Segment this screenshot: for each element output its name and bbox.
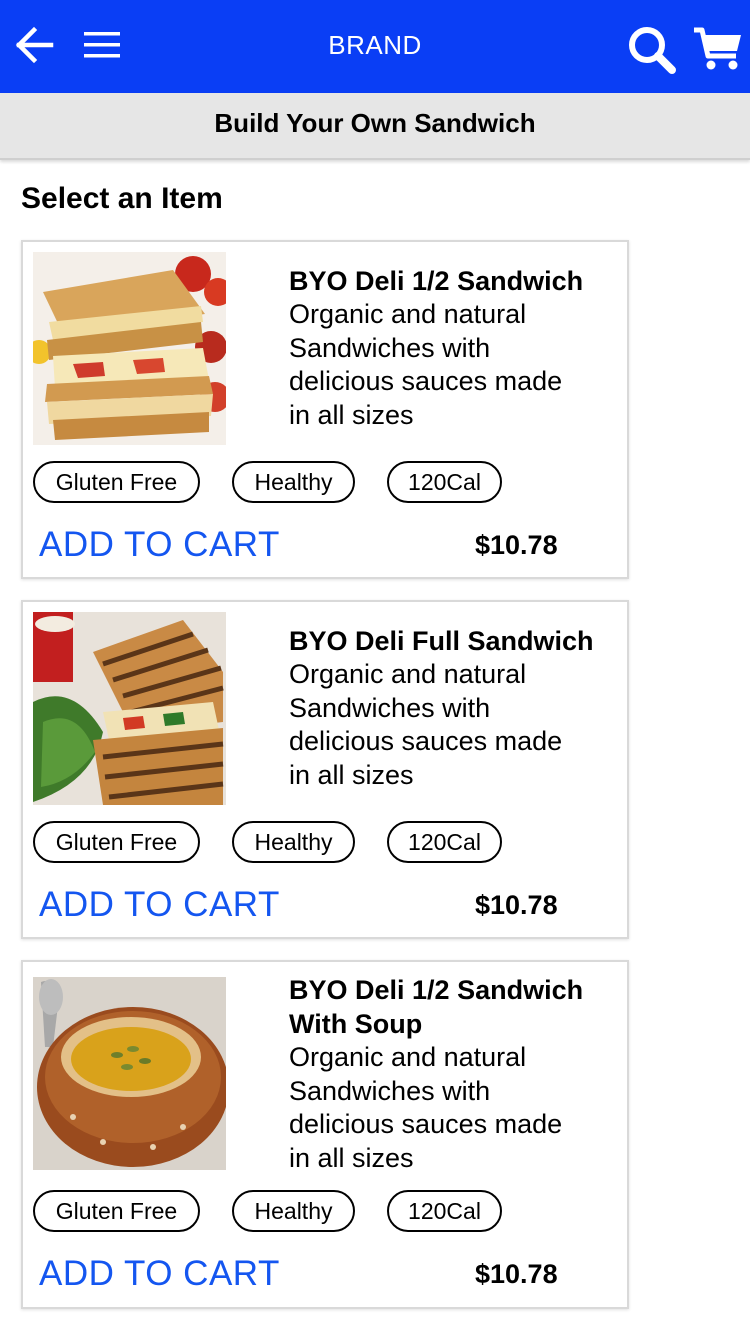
- product-card: BYO Deli 1/2 Sandwich With Soup Organic …: [21, 960, 629, 1309]
- description-line: Sandwiches with: [289, 332, 491, 363]
- product-card: BYO Deli Full Sandwich Organic and natur…: [21, 600, 629, 939]
- tag-gluten-free: Gluten Free: [33, 1190, 200, 1232]
- tag-calories: 120Cal: [387, 1190, 502, 1232]
- description-line: Organic and natural: [289, 1042, 527, 1072]
- product-price: $10.78: [475, 530, 558, 560]
- tag-gluten-free: Gluten Free: [33, 461, 200, 503]
- product-price: $10.78: [475, 1259, 558, 1289]
- section-title: Select an Item: [21, 182, 223, 215]
- product-name: BYO Deli Full Sandwich: [289, 626, 594, 656]
- description-line: Sandwiches with: [289, 1075, 491, 1106]
- product-card: BYO Deli 1/2 Sandwich Organic and natura…: [21, 240, 629, 579]
- tag-gluten-free: Gluten Free: [33, 821, 200, 863]
- description-line: in all sizes: [289, 759, 414, 790]
- top-app-bar: BRAND: [0, 0, 750, 93]
- product-name: BYO Deli 1/2 Sandwich: [289, 266, 584, 296]
- product-description: Organic and natural Sandwiches with deli…: [289, 298, 619, 432]
- add-to-cart-button[interactable]: ADD TO CART: [39, 1254, 280, 1294]
- search-icon[interactable]: [626, 24, 678, 76]
- product-name-line: With Soup: [289, 1009, 423, 1039]
- product-description: Organic and natural Sandwiches with deli…: [289, 1041, 619, 1175]
- description-line: Organic and natural: [289, 659, 527, 689]
- description-line: delicious sauces made: [289, 726, 563, 756]
- grilled-cheese-sandwich-photo[interactable]: [33, 252, 226, 445]
- add-to-cart-button[interactable]: ADD TO CART: [39, 885, 280, 925]
- tag-healthy: Healthy: [232, 821, 355, 863]
- add-to-cart-button[interactable]: ADD TO CART: [39, 525, 280, 565]
- page-subheader: Build Your Own Sandwich: [0, 93, 750, 160]
- tag-calories: 120Cal: [387, 461, 502, 503]
- cart-icon[interactable]: [692, 24, 744, 72]
- soup-bread-bowl-photo[interactable]: [33, 977, 226, 1170]
- panini-sandwich-photo[interactable]: [33, 612, 226, 805]
- description-line: Sandwiches with: [289, 692, 491, 723]
- description-line: delicious sauces made: [289, 366, 563, 396]
- description-line: in all sizes: [289, 1142, 414, 1173]
- description-line: Organic and natural: [289, 299, 527, 329]
- product-price: $10.78: [475, 890, 558, 920]
- product-name-line: BYO Deli 1/2 Sandwich: [289, 975, 584, 1005]
- tag-calories: 120Cal: [387, 821, 502, 863]
- product-name: BYO Deli 1/2 Sandwich With Soup: [289, 973, 619, 1041]
- product-description: Organic and natural Sandwiches with deli…: [289, 658, 619, 792]
- description-line: in all sizes: [289, 399, 414, 430]
- description-line: delicious sauces made: [289, 1109, 563, 1139]
- tag-healthy: Healthy: [232, 461, 355, 503]
- tag-healthy: Healthy: [232, 1190, 355, 1232]
